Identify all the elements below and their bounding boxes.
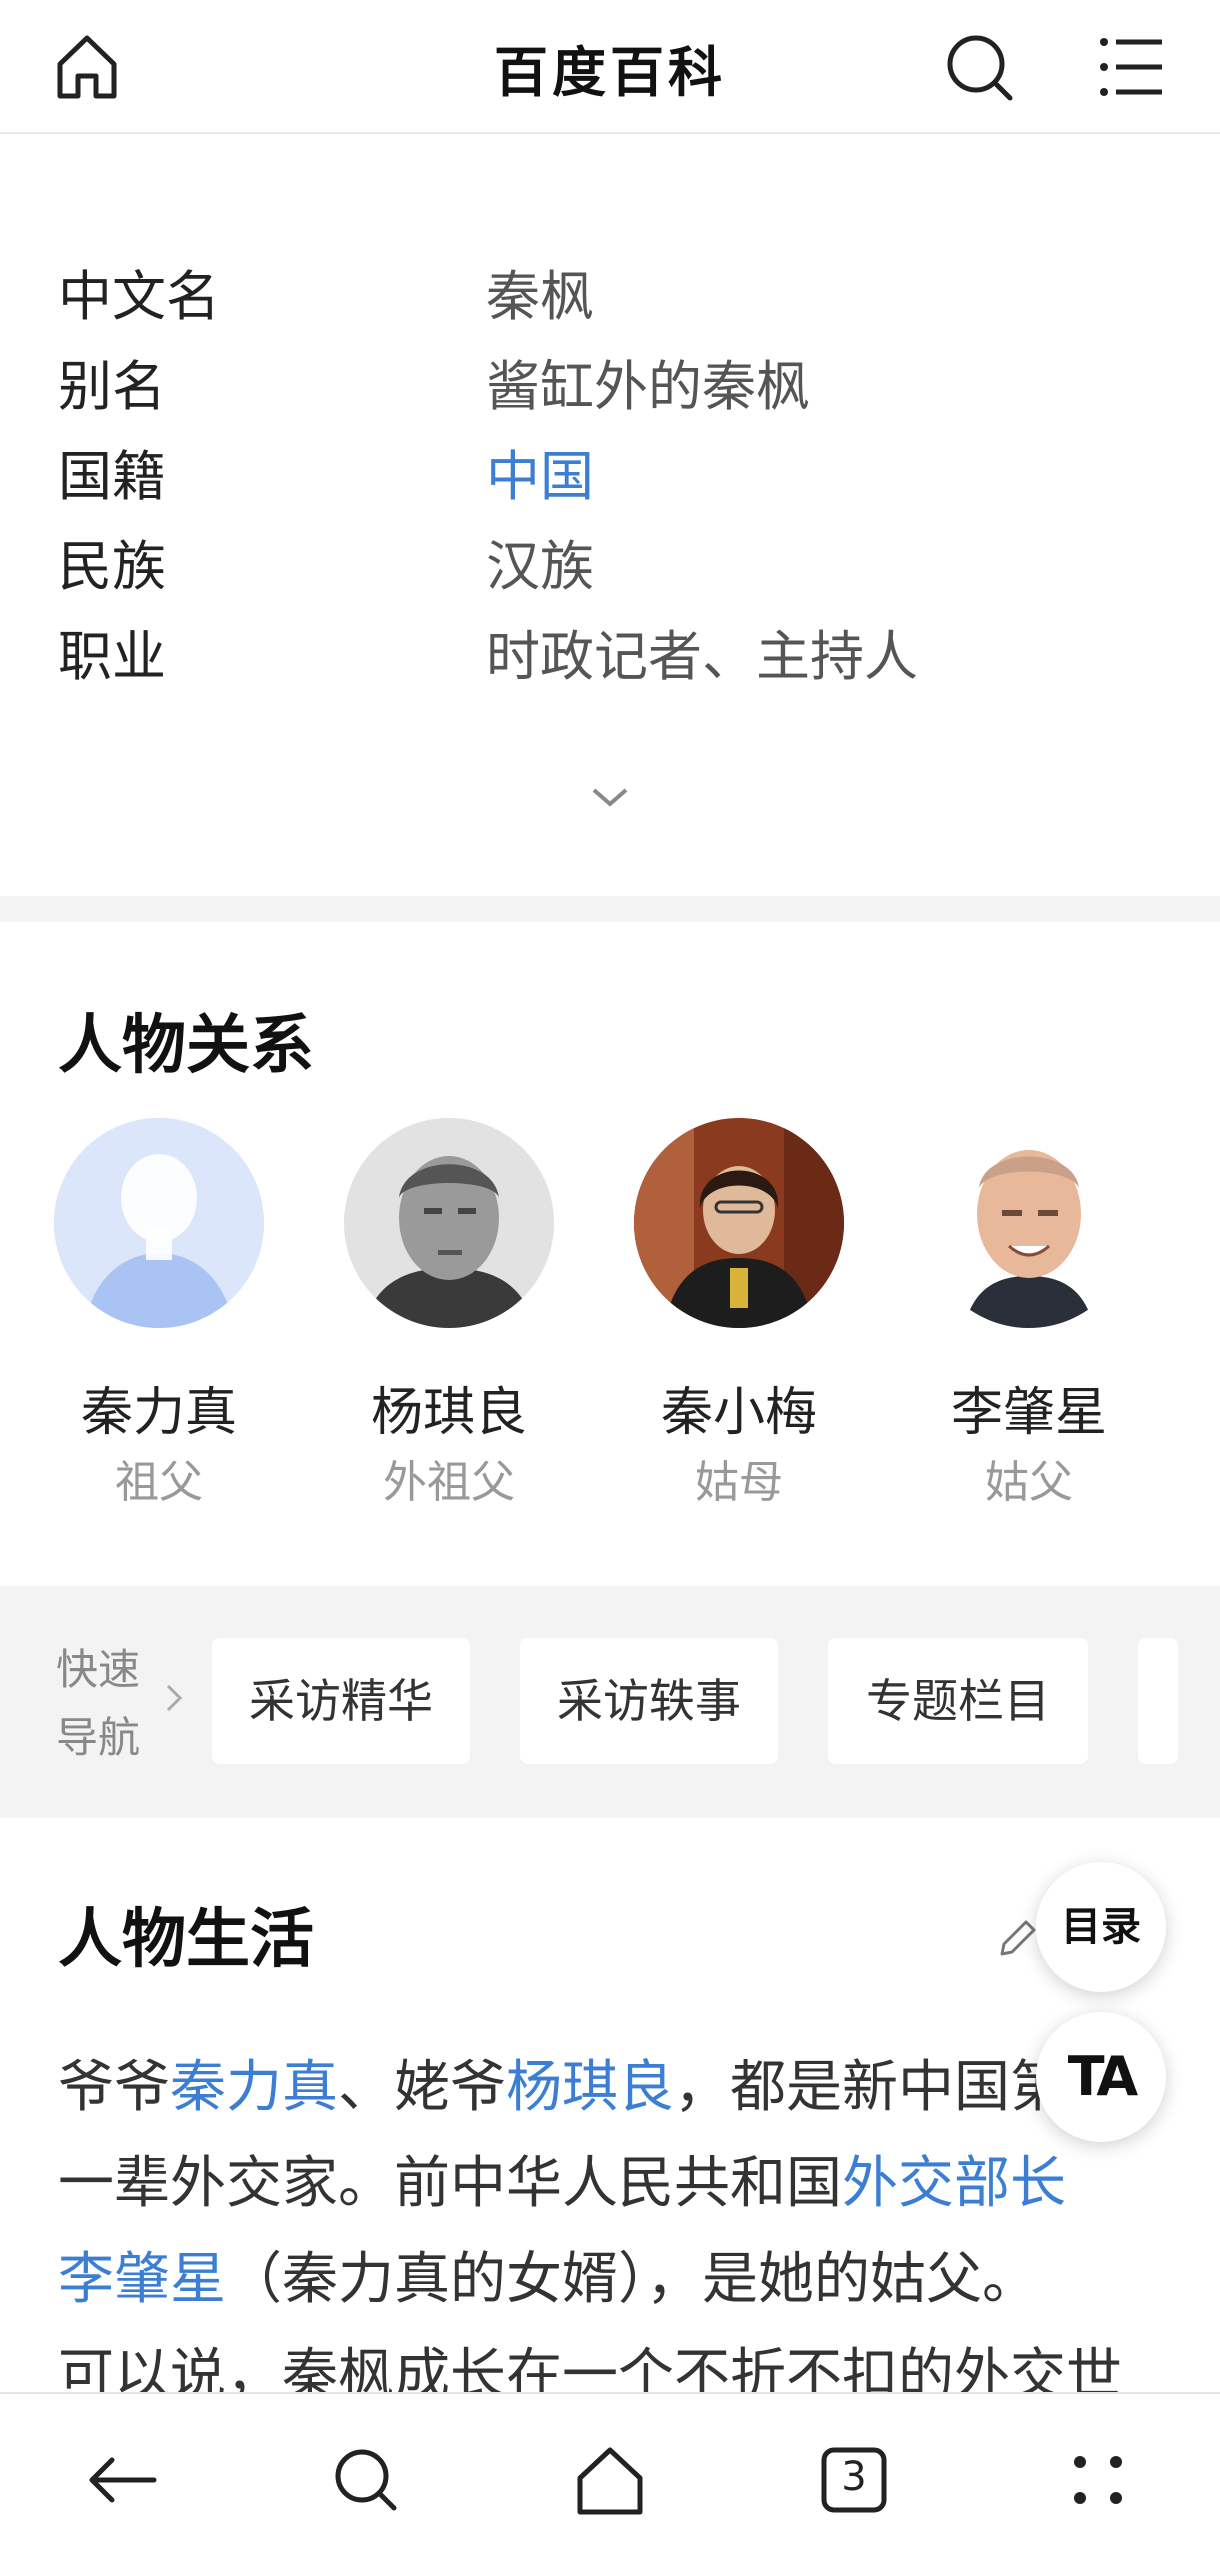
section-title: 人物生活 <box>58 1903 314 1977</box>
search-icon[interactable] <box>326 2440 406 2520</box>
section-divider <box>0 896 1220 922</box>
info-key: 职业 <box>58 625 166 688</box>
top-bar: 百度百科 <box>0 0 1220 134</box>
quick-nav-label: 快速 导航 <box>56 1636 140 1772</box>
person-link[interactable]: 秦力真 <box>170 2055 338 2120</box>
info-value: 时政记者、主持人 <box>486 625 918 688</box>
person-photo <box>344 1118 554 1328</box>
life-section: 人物生活 爷爷秦力真、姥爷杨琪良，都是新中国第 一辈外交家。前中华人民共和国外交… <box>0 1818 1220 2392</box>
relation-type: 外祖父 <box>383 1457 515 1508</box>
paragraph-line: 可以说，秦枫成长在一个不折不扣的外交世 <box>58 2330 1122 2392</box>
relation-name: 杨琪良 <box>370 1383 527 1443</box>
paragraph-line: 一辈外交家。前中华人民共和国外交部长 <box>58 2138 1066 2219</box>
info-row-chinese-name: 中文名 秦枫 <box>58 252 1158 332</box>
bottom-bar: 3 <box>0 2392 1220 2572</box>
relation-name: 李肇星 <box>950 1383 1107 1443</box>
person-link[interactable]: 杨琪良 <box>506 2055 674 2120</box>
person-link[interactable]: 李肇星 <box>58 2247 226 2312</box>
info-value: 汉族 <box>486 535 594 598</box>
edit-icon[interactable] <box>994 1914 1042 1962</box>
info-key: 民族 <box>58 535 166 598</box>
quick-nav-label-line: 快速 <box>56 1645 141 1694</box>
info-box: 中文名 秦枫 别名 酱缸外的秦枫 国籍 中国 民族 汉族 职业 时政记者、主持人 <box>0 134 1220 896</box>
quick-nav-label-line: 导航 <box>56 1713 141 1762</box>
text: 、姥爷 <box>338 2055 506 2120</box>
info-row-nationality: 国籍 中国 <box>58 432 1158 512</box>
info-key: 国籍 <box>58 445 166 508</box>
relation-type: 姑父 <box>985 1457 1073 1508</box>
chevron-right-icon <box>162 1678 186 1718</box>
menu-icon[interactable] <box>1096 30 1170 104</box>
person-photo <box>924 1118 1134 1328</box>
paragraph-line: 李肇星（秦力真的女婿），是她的姑父。 <box>58 2234 1038 2315</box>
term-link[interactable]: 外交部长 <box>842 2151 1066 2216</box>
tabs-icon[interactable]: 3 <box>814 2440 894 2520</box>
info-key: 别名 <box>58 355 166 418</box>
relation-person[interactable]: 秦力真 祖父 <box>44 1118 274 1508</box>
relation-person[interactable]: 秦小梅 姑母 <box>624 1118 854 1508</box>
relation-person[interactable]: 杨琪良 外祖父 <box>334 1118 564 1508</box>
relation-type: 祖父 <box>115 1457 203 1508</box>
more-icon[interactable] <box>1058 2440 1138 2520</box>
section-title: 人物关系 <box>58 1009 314 1083</box>
info-key: 中文名 <box>58 265 220 328</box>
info-value: 秦枫 <box>486 265 594 328</box>
text: ，都是新中国第 <box>674 2055 1066 2120</box>
info-row-alias: 别名 酱缸外的秦枫 <box>58 342 1158 422</box>
relation-name: 秦力真 <box>80 1383 237 1443</box>
tab-count: 3 <box>841 2454 867 2500</box>
relation-person[interactable]: 李肇星 姑父 <box>914 1118 1144 1508</box>
text: （秦力真的女婿），是她的姑父。 <box>226 2247 1038 2312</box>
text: 可以说，秦枫成长在一个不折不扣的外交世 <box>58 2343 1122 2392</box>
text: 一辈外交家。前中华人民共和国 <box>58 2151 842 2216</box>
quick-nav-button-partial[interactable] <box>1138 1638 1178 1764</box>
search-icon[interactable] <box>942 30 1016 104</box>
relation-name: 秦小梅 <box>660 1383 817 1443</box>
quick-nav-button[interactable]: 采访精华 <box>212 1638 470 1764</box>
back-arrow-icon[interactable] <box>82 2440 162 2520</box>
relations-section: 人物关系 秦力真 祖父 杨琪良 外祖父 秦小梅 姑母 李肇星 姑父 <box>0 922 1220 1586</box>
relation-type: 姑母 <box>695 1457 783 1508</box>
toc-button[interactable]: 目录 <box>1036 1862 1166 1992</box>
home-icon[interactable] <box>570 2440 650 2520</box>
info-row-occupation: 职业 时政记者、主持人 <box>58 612 1158 692</box>
default-avatar-icon <box>54 1118 264 1328</box>
quick-nav-button[interactable]: 采访轶事 <box>520 1638 778 1764</box>
info-value: 酱缸外的秦枫 <box>486 355 810 418</box>
text: 爷爷 <box>58 2055 170 2120</box>
site-title: 百度百科 <box>494 41 726 104</box>
ta-button[interactable]: TA <box>1036 2012 1166 2142</box>
quick-nav: 快速 导航 采访精华 采访轶事 专题栏目 <box>0 1586 1220 1818</box>
info-row-ethnicity: 民族 汉族 <box>58 522 1158 602</box>
chevron-down-icon[interactable] <box>586 774 634 822</box>
nationality-link[interactable]: 中国 <box>486 432 594 511</box>
quick-nav-button[interactable]: 专题栏目 <box>828 1638 1088 1764</box>
person-photo <box>634 1118 844 1328</box>
paragraph-line: 爷爷秦力真、姥爷杨琪良，都是新中国第 <box>58 2042 1066 2123</box>
